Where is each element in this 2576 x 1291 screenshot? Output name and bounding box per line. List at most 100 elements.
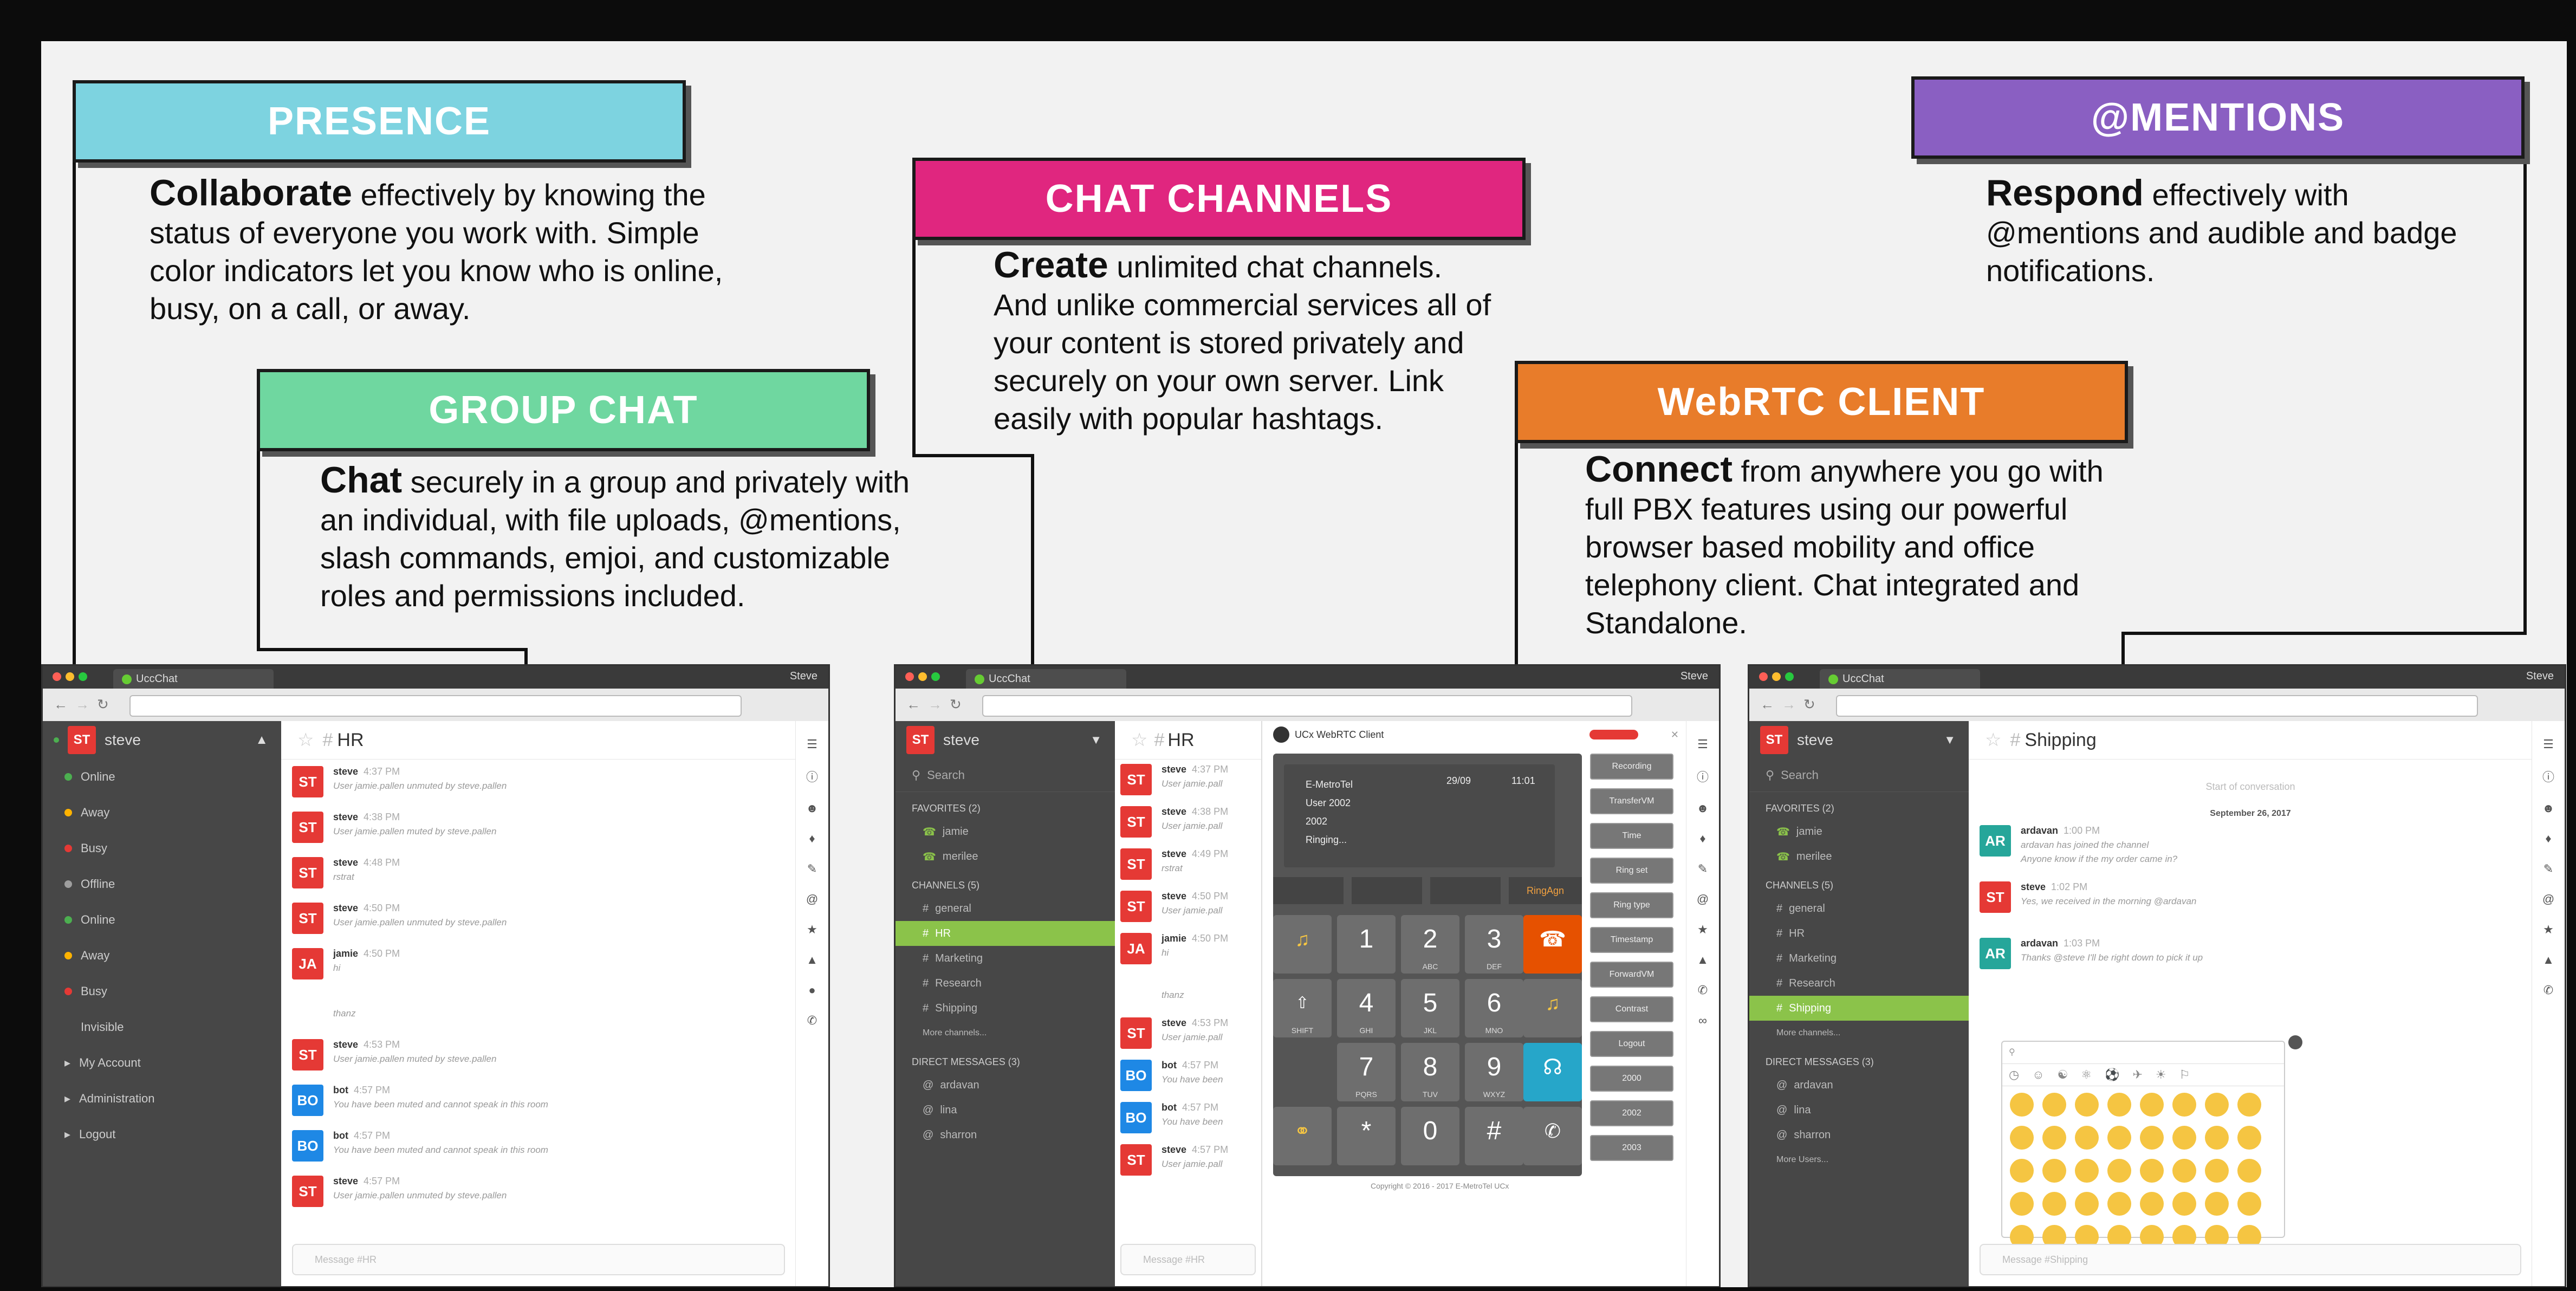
sidebar-item-research[interactable]: # Research (1749, 971, 1969, 996)
sidebar-item-ardavan[interactable]: @ ardavan (1749, 1073, 1969, 1098)
speaker-button[interactable]: ♫ (1273, 915, 1332, 974)
emoji-option[interactable] (2075, 1093, 2099, 1117)
phone-icon[interactable]: ✆ (2532, 983, 2565, 997)
favorites-header[interactable]: FAVORITES (2) (896, 797, 1115, 819)
sidebar-item-shipping[interactable]: # Shipping (896, 996, 1115, 1021)
sidebar-item-jamie[interactable]: ☎ jamie (1749, 819, 1969, 844)
forward-icon[interactable]: → (75, 696, 89, 713)
dm-header[interactable]: DIRECT MESSAGES (3) (1749, 1051, 1969, 1073)
emoji-option[interactable] (2042, 1192, 2066, 1216)
menu-icon[interactable]: ☰ (2532, 737, 2565, 751)
favorites-header[interactable]: FAVORITES (2) (1749, 797, 1969, 819)
attach-icon[interactable]: ✎ (796, 862, 828, 876)
more-channels-link[interactable]: More channels... (896, 1021, 1115, 1046)
bell-icon[interactable]: ♦ (796, 832, 828, 846)
window-controls[interactable] (905, 672, 944, 684)
mute-button[interactable]: ⚭ (1273, 1107, 1332, 1165)
keypad-key-8[interactable]: 8 TUV (1401, 1043, 1459, 1101)
softkey-2[interactable] (1352, 877, 1422, 904)
keypad-key-5[interactable]: 5 JKL (1401, 979, 1459, 1037)
message-author[interactable]: steve (1162, 848, 1186, 859)
function-key[interactable]: Time (1590, 823, 1673, 849)
phone-icon[interactable]: ✆ (796, 1014, 828, 1028)
message-author[interactable]: bot (1162, 1060, 1177, 1071)
handset-button[interactable]: ✆ (1523, 1107, 1582, 1165)
emoji-option[interactable] (2172, 1159, 2196, 1183)
message-author[interactable]: bot (1162, 1102, 1177, 1113)
emoji-option[interactable] (2075, 1126, 2099, 1150)
function-key[interactable]: Ring set (1590, 858, 1673, 884)
keypad-key-1[interactable]: 1 (1337, 915, 1396, 974)
status-option[interactable]: Offline (43, 866, 281, 902)
channels-header[interactable]: CHANNELS (5) (1749, 874, 1969, 896)
message-author[interactable]: ardavan (2021, 938, 2058, 949)
status-option[interactable]: Invisible (43, 1009, 281, 1045)
sidebar-user-header[interactable]: ST steve ▼ (896, 721, 1115, 759)
channels-header[interactable]: CHANNELS (5) (896, 874, 1115, 896)
mention-icon[interactable]: @ (2532, 892, 2565, 906)
sidebar-item-jamie[interactable]: ☎ jamie (896, 819, 1115, 844)
message-author[interactable]: bot (333, 1085, 348, 1095)
message-avatar[interactable]: ST (292, 766, 323, 797)
emoji-option[interactable] (2205, 1192, 2229, 1216)
keypad-key-4[interactable]: 4 GHI (1337, 979, 1396, 1037)
reload-icon[interactable]: ↻ (950, 696, 962, 713)
pin-icon[interactable]: ▲ (796, 953, 828, 967)
message-avatar[interactable]: JA (292, 948, 323, 979)
sidebar-item-merilee[interactable]: ☎ merilee (1749, 844, 1969, 869)
shift-button[interactable]: ⇧ SHIFT (1273, 979, 1332, 1037)
keypad-key-9[interactable]: 9 WXYZ (1465, 1043, 1523, 1101)
status-option[interactable]: Online (43, 902, 281, 938)
chevron-down-icon[interactable]: ▼ (1090, 733, 1102, 747)
keypad-key-0[interactable]: 0 (1401, 1107, 1459, 1165)
emoji-option[interactable] (2205, 1126, 2229, 1150)
message-avatar[interactable]: BO (1120, 1102, 1152, 1133)
softkey-ringagn[interactable]: RingAgn (1509, 877, 1582, 904)
mic-icon[interactable]: ● (796, 983, 828, 997)
menu-icon[interactable]: ☰ (1686, 737, 1719, 751)
star-rail-icon[interactable]: ★ (796, 923, 828, 937)
profile-label[interactable]: Steve (1680, 670, 1708, 683)
reload-icon[interactable]: ↻ (97, 696, 109, 713)
function-key[interactable]: 2000 (1590, 1066, 1673, 1092)
headset-button[interactable]: ☊ (1523, 1043, 1582, 1101)
message-author[interactable]: jamie (333, 948, 358, 959)
message-avatar[interactable]: ST (1120, 1144, 1152, 1176)
emoji-option[interactable] (2140, 1192, 2164, 1216)
chevron-down-icon[interactable]: ▼ (1944, 733, 1956, 747)
attach-icon[interactable]: ✎ (1686, 862, 1719, 876)
function-key[interactable]: Contrast (1590, 996, 1673, 1022)
emoji-category-tabs[interactable]: ◷☺☯⚛⚽✈☀⚐ (2002, 1064, 2284, 1086)
message-author[interactable]: steve (333, 812, 358, 822)
message-author[interactable]: steve (333, 1039, 358, 1050)
function-key[interactable]: 2002 (1590, 1100, 1673, 1126)
back-icon[interactable]: ← (54, 696, 68, 713)
emoji-option[interactable] (2010, 1093, 2034, 1117)
emoji-option[interactable] (2010, 1159, 2034, 1183)
emoji-search[interactable]: ⚲ (2002, 1042, 2284, 1064)
message-avatar[interactable]: ST (1120, 1017, 1152, 1049)
message-author[interactable]: steve (333, 903, 358, 913)
message-author[interactable]: steve (1162, 1144, 1186, 1155)
message-avatar[interactable]: AR (1980, 825, 2011, 857)
sidebar-item-merilee[interactable]: ☎ merilee (896, 844, 1115, 869)
message-author[interactable]: steve (333, 857, 358, 868)
star-icon[interactable]: ☆ (297, 729, 314, 751)
sidebar-item-general[interactable]: # general (896, 896, 1115, 921)
emoji-option[interactable] (2042, 1126, 2066, 1150)
function-key[interactable]: 2003 (1590, 1135, 1673, 1161)
attach-icon[interactable]: ✎ (2532, 862, 2565, 876)
sidebar-item-lina[interactable]: @ lina (896, 1098, 1115, 1123)
browser-tab[interactable]: UccChat (966, 669, 1126, 689)
phone-icon[interactable]: ✆ (1686, 983, 1719, 997)
message-author[interactable]: steve (1162, 1017, 1186, 1028)
function-key[interactable]: Recording (1590, 754, 1673, 780)
sidebar-user-header[interactable]: ST steve ▼ (1749, 721, 1969, 759)
emoji-option[interactable] (2107, 1159, 2131, 1183)
softkey-3[interactable] (1430, 877, 1501, 904)
sidebar-item-hr[interactable]: # HR (1749, 921, 1969, 946)
back-icon[interactable]: ← (1760, 696, 1774, 713)
close-icon[interactable]: ✕ (1671, 729, 1679, 741)
message-avatar[interactable]: ST (1120, 891, 1152, 922)
star-icon[interactable]: ☆ (1131, 729, 1147, 751)
